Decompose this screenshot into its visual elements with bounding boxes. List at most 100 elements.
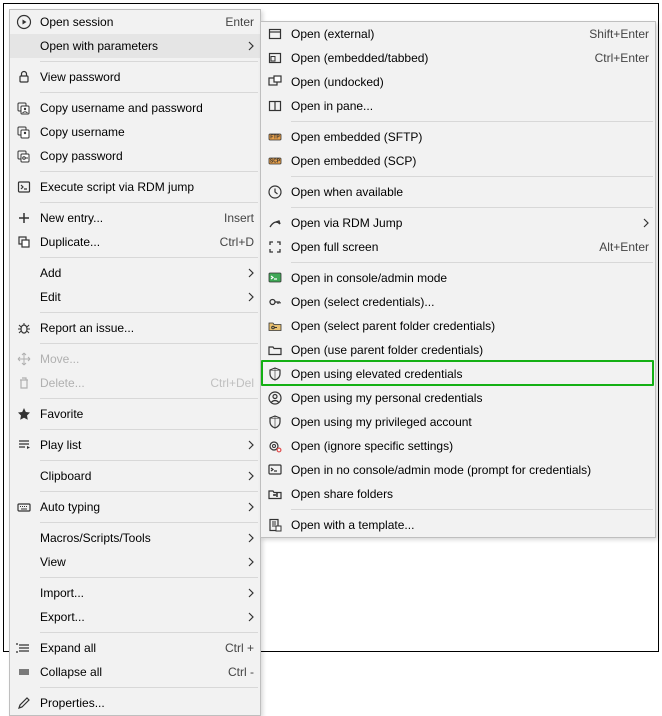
left-menu-item-9[interactable]: Add xyxy=(10,261,260,285)
right-menu-item-6[interactable]: Open when available xyxy=(261,180,655,204)
right-menu-item-17[interactable]: Open in no console/admin mode (prompt fo… xyxy=(261,458,655,482)
star-icon xyxy=(14,404,34,424)
left-menu-item-22[interactable]: Expand allCtrl + xyxy=(10,636,260,660)
left-menu-item-20[interactable]: Import... xyxy=(10,581,260,605)
left-menu-item-3[interactable]: Copy username and password xyxy=(10,96,260,120)
menu-separator xyxy=(40,92,258,93)
menu-item-label: Execute script via RDM jump xyxy=(40,180,254,194)
left-menu-item-5[interactable]: Copy password xyxy=(10,144,260,168)
left-menu-item-19[interactable]: View xyxy=(10,550,260,574)
menu-item-label: Open with parameters xyxy=(40,39,238,53)
menu-item-label: Open in no console/admin mode (prompt fo… xyxy=(291,463,649,477)
right-menu-item-19[interactable]: Open with a template... xyxy=(261,513,655,537)
chevron-right-icon xyxy=(246,557,254,567)
right-menu-item-5[interactable]: SCPOpen embedded (SCP) xyxy=(261,149,655,173)
menu-item-shortcut: Ctrl + xyxy=(225,641,254,655)
menu-item-label: Favorite xyxy=(40,407,254,421)
left-menu-item-6[interactable]: Execute script via RDM jump xyxy=(10,175,260,199)
right-menu-item-11[interactable]: Open (select parent folder credentials) xyxy=(261,314,655,338)
menu-item-label: Open in console/admin mode xyxy=(291,271,649,285)
menu-item-shortcut: Ctrl - xyxy=(228,665,254,679)
menu-item-label: Open session xyxy=(40,15,213,29)
key-icon xyxy=(265,292,285,312)
menu-item-label: Export... xyxy=(40,610,238,624)
right-menu-item-7[interactable]: Open via RDM Jump xyxy=(261,211,655,235)
menu-item-shortcut: Ctrl+Enter xyxy=(595,51,649,65)
left-menu-item-10[interactable]: Edit xyxy=(10,285,260,309)
clock-icon xyxy=(265,182,285,202)
right-menu-item-12[interactable]: Open (use parent folder credentials) xyxy=(261,338,655,362)
left-menu-item-2[interactable]: View password xyxy=(10,65,260,89)
move-icon xyxy=(14,349,34,369)
menu-item-label: Properties... xyxy=(40,696,254,710)
left-menu-item-15[interactable]: Play list xyxy=(10,433,260,457)
chevron-right-icon xyxy=(246,41,254,51)
menu-item-label: Open share folders xyxy=(291,487,649,501)
menu-item-label: Open embedded (SFTP) xyxy=(291,130,649,144)
menu-separator xyxy=(40,429,258,430)
menu-separator xyxy=(40,343,258,344)
menu-item-label: Open using my personal credentials xyxy=(291,391,649,405)
folder-open-icon xyxy=(265,340,285,360)
menu-separator xyxy=(40,460,258,461)
left-menu-item-7[interactable]: New entry...Insert xyxy=(10,206,260,230)
chevron-right-icon xyxy=(246,588,254,598)
left-menu-item-17[interactable]: Auto typing xyxy=(10,495,260,519)
left-menu-item-8[interactable]: Duplicate...Ctrl+D xyxy=(10,230,260,254)
right-menu-item-18[interactable]: Open share folders xyxy=(261,482,655,506)
left-menu-item-14[interactable]: Favorite xyxy=(10,402,260,426)
left-menu-item-0[interactable]: Open session Enter xyxy=(10,10,260,34)
right-menu-item-14[interactable]: Open using my personal credentials xyxy=(261,386,655,410)
left-menu-item-16[interactable]: Clipboard xyxy=(10,464,260,488)
right-menu-item-4[interactable]: FTP Open embedded (SFTP) xyxy=(261,125,655,149)
sftp-icon: FTP xyxy=(265,127,285,147)
right-menu-item-15[interactable]: Open using my privileged account xyxy=(261,410,655,434)
chevron-right-icon xyxy=(246,268,254,278)
blank-icon xyxy=(14,263,34,283)
left-menu-item-23[interactable]: Collapse allCtrl - xyxy=(10,660,260,684)
menu-item-label: New entry... xyxy=(40,211,212,225)
jump-icon xyxy=(265,213,285,233)
menu-item-label: Move... xyxy=(40,352,254,366)
context-menu-left: Open session Enter Open with parameters Vie… xyxy=(9,9,261,716)
menu-item-label: Open (embedded/tabbed) xyxy=(291,51,583,65)
play-circle-icon xyxy=(14,12,34,32)
left-menu-item-11[interactable]: Report an issue... xyxy=(10,316,260,340)
right-menu-item-16[interactable]: Open (ignore specific settings) xyxy=(261,434,655,458)
menu-separator xyxy=(40,171,258,172)
menu-item-label: Open via RDM Jump xyxy=(291,216,633,230)
collapse-icon xyxy=(14,662,34,682)
share-folder-icon xyxy=(265,484,285,504)
left-menu-item-1[interactable]: Open with parameters xyxy=(10,34,260,58)
menu-item-label: Copy username xyxy=(40,125,254,139)
left-menu-item-24[interactable]: Properties... xyxy=(10,691,260,715)
menu-item-label: Open (use parent folder credentials) xyxy=(291,343,649,357)
menu-item-label: Clipboard xyxy=(40,469,238,483)
right-menu-item-2[interactable]: Open (undocked) xyxy=(261,70,655,94)
menu-separator xyxy=(40,257,258,258)
playlist-icon xyxy=(14,435,34,455)
right-menu-item-3[interactable]: Open in pane... xyxy=(261,94,655,118)
window-ext-icon xyxy=(265,24,285,44)
blank-icon xyxy=(14,583,34,603)
menu-item-shortcut: Enter xyxy=(225,15,254,29)
menu-item-label: Macros/Scripts/Tools xyxy=(40,531,238,545)
svg-text:SCP: SCP xyxy=(270,159,281,165)
right-menu-item-8[interactable]: Open full screenAlt+Enter xyxy=(261,235,655,259)
menu-item-label: Auto typing xyxy=(40,500,238,514)
right-menu-item-10[interactable]: Open (select credentials)... xyxy=(261,290,655,314)
left-menu-item-21[interactable]: Export... xyxy=(10,605,260,629)
right-menu-item-13[interactable]: Open using elevated credentials xyxy=(261,362,655,386)
left-menu-item-4[interactable]: Copy username xyxy=(10,120,260,144)
right-menu-item-0[interactable]: Open (external)Shift+Enter xyxy=(261,22,655,46)
left-menu-item-18[interactable]: Macros/Scripts/Tools xyxy=(10,526,260,550)
menu-separator xyxy=(291,207,653,208)
duplicate-icon xyxy=(14,232,34,252)
menu-item-shortcut: Shift+Enter xyxy=(589,27,649,41)
fullscreen-icon xyxy=(265,237,285,257)
right-menu-item-9[interactable]: Open in console/admin mode xyxy=(261,266,655,290)
copy-user-icon xyxy=(14,122,34,142)
menu-item-label: Open (select parent folder credentials) xyxy=(291,319,649,333)
menu-separator xyxy=(291,176,653,177)
right-menu-item-1[interactable]: Open (embedded/tabbed) Ctrl+Enter xyxy=(261,46,655,70)
